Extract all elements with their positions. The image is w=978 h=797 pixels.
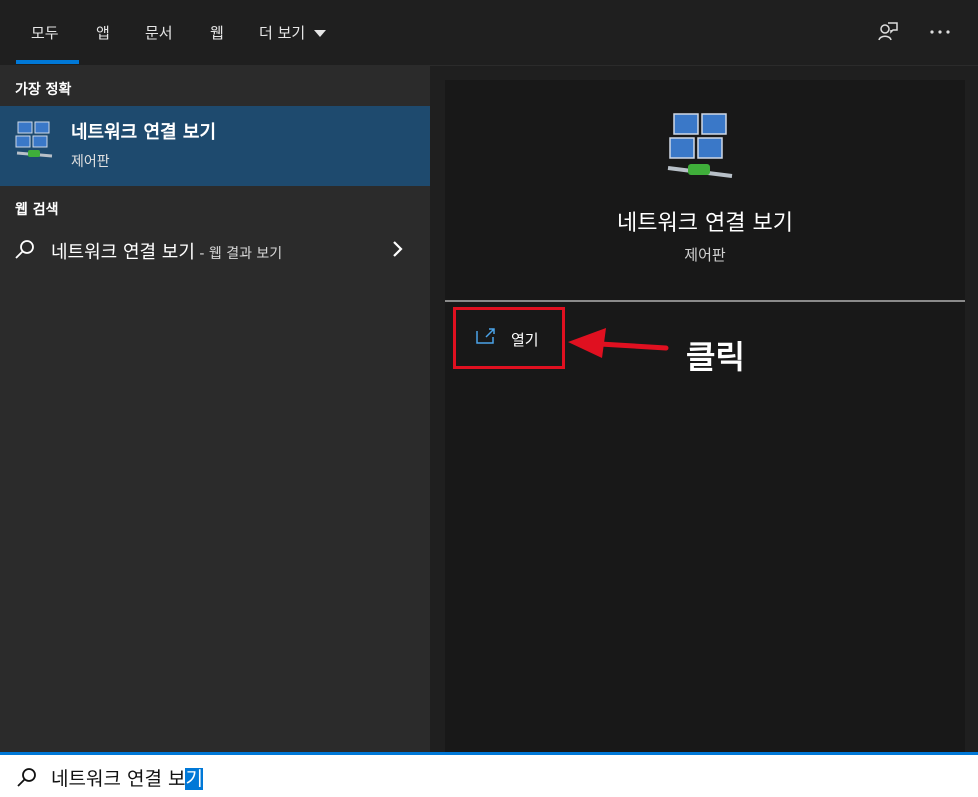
search-icon — [15, 240, 34, 259]
best-match-subtitle: 제어판 — [71, 154, 110, 170]
feedback-icon — [878, 22, 898, 41]
best-match-heading: 가장 정확 — [15, 82, 72, 98]
network-connections-icon — [15, 121, 53, 158]
web-search-query-text: 네트워크 연결 보기 — [51, 242, 195, 263]
red-arrow-annotation — [568, 328, 669, 358]
click-annotation: 클릭 — [686, 338, 745, 376]
open-label: 열기 — [511, 331, 539, 349]
network-connections-large-icon — [667, 113, 733, 178]
search-input-text: 네트워크 연결 보 — [51, 768, 186, 790]
feedback-button[interactable] — [870, 18, 904, 46]
active-tab-indicator — [16, 60, 79, 64]
tab-all[interactable]: 모두 — [31, 22, 59, 43]
web-search-suffix: - 웹 결과 보기 — [194, 246, 283, 262]
more-options-button[interactable] — [923, 18, 957, 46]
open-icon — [476, 328, 495, 344]
web-search-query: 네트워크 연결 보기 - 웹 결과 보기 — [51, 238, 282, 264]
tab-apps[interactable]: 앱 — [96, 22, 110, 43]
tab-more-label: 더 보기 — [259, 24, 306, 42]
detail-title: 네트워크 연결 보기 — [617, 211, 793, 236]
caret-down-icon — [313, 29, 326, 37]
search-input[interactable]: 네트워크 연결 보기 — [51, 764, 203, 791]
results-pane: 가장 정확 네트워크 연결 보기 제어판 웹 검색 네트워크 연결 보기 - 웹… — [0, 66, 430, 752]
web-search-result[interactable]: 네트워크 연결 보기 - 웹 결과 보기 — [0, 228, 430, 270]
search-bar[interactable]: 네트워크 연결 보기 — [0, 752, 978, 797]
detail-divider — [445, 300, 965, 302]
tab-documents[interactable]: 문서 — [145, 22, 173, 43]
open-button[interactable]: 열기 — [456, 310, 562, 366]
search-input-selection: 기 — [185, 768, 203, 790]
chevron-right-icon[interactable] — [392, 240, 404, 258]
detail-subtitle: 제어판 — [684, 246, 726, 264]
filter-bar: 모두 앱 문서 웹 더 보기 — [0, 0, 978, 66]
ellipsis-icon — [930, 30, 950, 34]
tab-more[interactable]: 더 보기 — [259, 22, 326, 43]
best-match-title: 네트워크 연결 보기 — [71, 122, 217, 143]
web-search-heading: 웹 검색 — [15, 202, 59, 218]
best-match-result[interactable]: 네트워크 연결 보기 제어판 — [0, 106, 430, 186]
search-icon — [17, 768, 36, 787]
open-action-highlight: 열기 — [453, 307, 565, 369]
tab-web[interactable]: 웹 — [210, 22, 224, 43]
